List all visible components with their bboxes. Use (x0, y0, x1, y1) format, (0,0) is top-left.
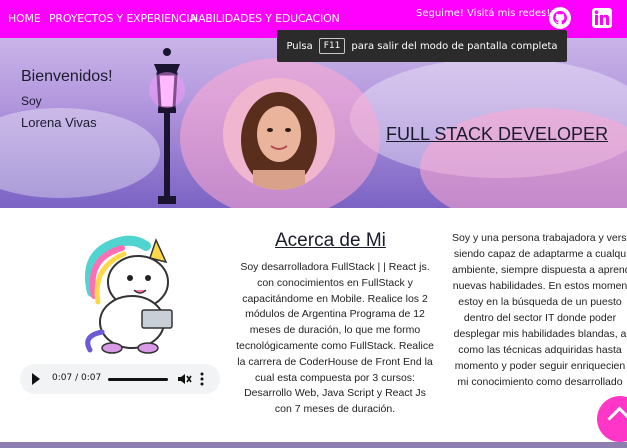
owner-name: Lorena Vivas (21, 115, 97, 130)
toast-key: F11 (318, 38, 346, 54)
audio-player: 0:07 / 0:07 (20, 364, 220, 394)
chevron-up-icon (607, 406, 627, 431)
about-side-line: dentro del sector IT donde poder (463, 312, 617, 324)
street-lamp-illustration (149, 48, 185, 204)
toast-message: para salir del modo de pantalla completa (351, 40, 558, 52)
hero-banner: Bienvenidos! Soy Lorena Vivas FULL STACK… (0, 38, 627, 208)
fullscreen-toast: Pulsa F11 para salir del modo de pantall… (277, 30, 567, 62)
unicorn-illustration (84, 235, 173, 354)
nav-projects-link[interactable]: PROYECTOS Y EXPERIENCIA (49, 12, 197, 25)
more-options-icon[interactable] (200, 372, 204, 386)
about-side-line: desplegar mis habilidades blandas, a (453, 328, 627, 340)
profile-photo (223, 78, 335, 190)
social-follow-text: Seguime! Visitá mis redes! (416, 8, 551, 19)
welcome-heading: Bienvenidos! (21, 68, 113, 85)
intro-soy-text: Soy (21, 94, 42, 108)
nav-home-link[interactable]: HOME (8, 12, 41, 25)
mute-icon[interactable] (176, 371, 192, 387)
about-side-line: nuevas habilidades. En estos momen (452, 280, 627, 292)
github-icon[interactable] (548, 6, 572, 30)
about-side-line: estoy en la búsqueda de un puesto (458, 296, 622, 308)
about-side-line: siendo capaz de adaptarme a cualqu (453, 248, 627, 260)
audio-progress-slider[interactable] (108, 378, 168, 381)
profile-avatar (223, 78, 335, 190)
bottom-divider (0, 442, 627, 448)
nav-skills-link[interactable]: HABILIDADES Y EDUCACION (190, 12, 340, 25)
about-side-line: mi conocimiento como desarrollado (457, 376, 623, 388)
play-icon[interactable] (32, 373, 40, 385)
audio-time: 0:07 / 0:07 (52, 373, 102, 383)
about-side-text: Soy y una persona trabajadora y versa si… (452, 230, 627, 390)
about-body-text: Soy desarrolladora FullStack | | React j… (236, 261, 434, 416)
about-title: Acerca de Mi (275, 230, 386, 251)
linkedin-icon[interactable] (592, 8, 612, 28)
about-side-line: Soy y una persona trabajadora y versa (452, 232, 627, 244)
role-title: FULL STACK DEVELOPER (386, 124, 609, 144)
about-side-line: como las técnicas adquiridas hasta (458, 344, 622, 356)
toast-prefix: Pulsa (286, 40, 313, 52)
about-side-line: ambiente, siempre dispuesta a aprend (452, 264, 627, 276)
about-side-line: momento y poder seguir enriquecien (454, 360, 626, 372)
